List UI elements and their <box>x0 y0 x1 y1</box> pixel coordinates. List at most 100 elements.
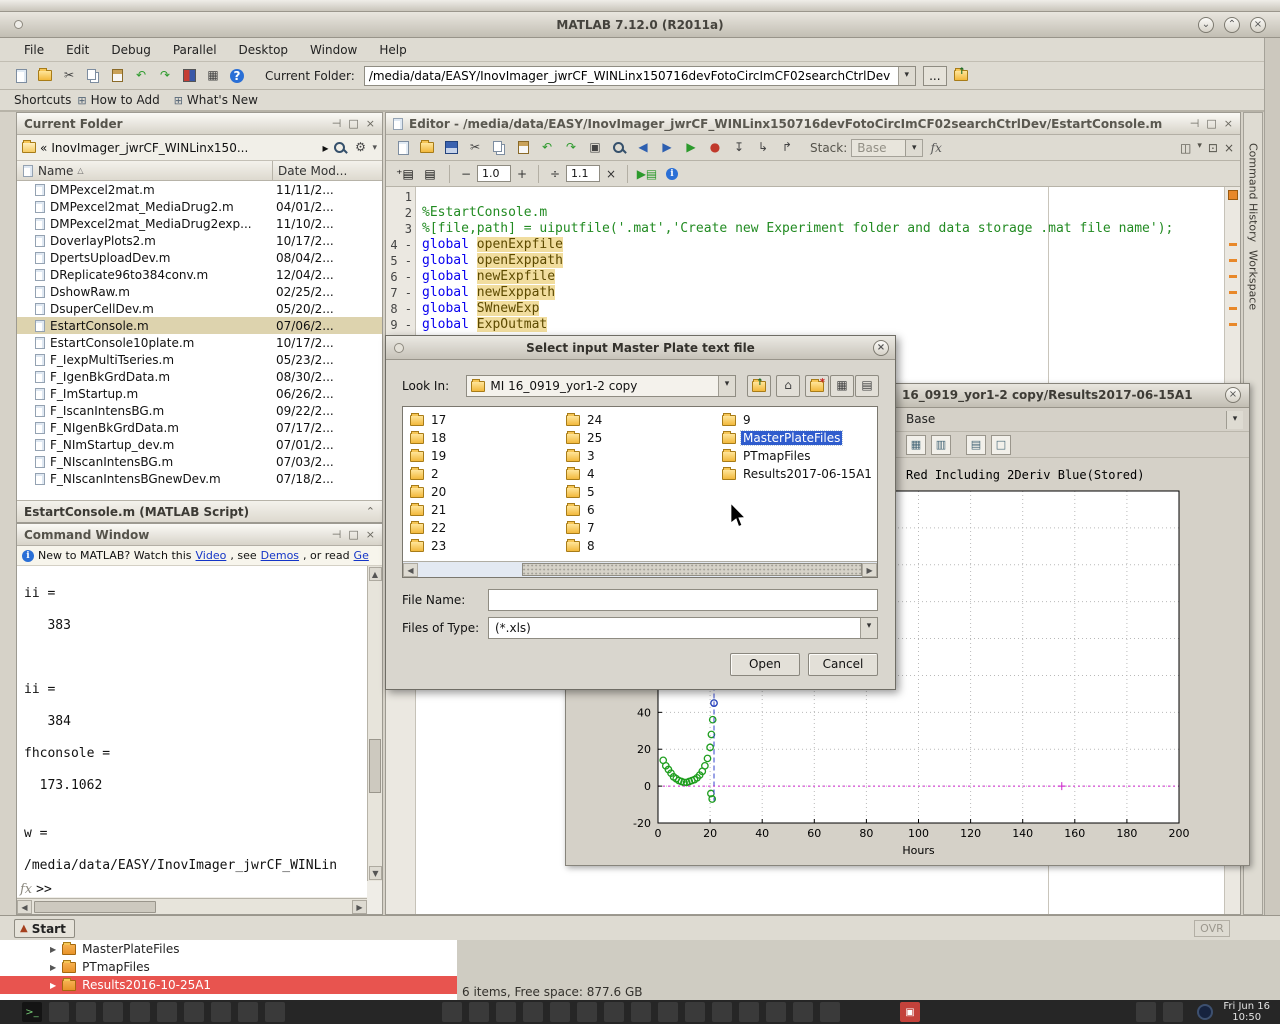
forward-button[interactable]: ▶ <box>656 137 678 159</box>
list-item[interactable]: 18 <box>407 429 563 447</box>
find-button[interactable] <box>608 137 630 159</box>
fx-button[interactable]: fx <box>925 137 947 159</box>
cut-button[interactable]: ✂ <box>58 65 80 87</box>
list-item[interactable]: 8 <box>563 537 719 555</box>
look-in-combo[interactable]: MI 16_0919_yor1-2 copy ▾ <box>466 375 736 397</box>
app-icon[interactable] <box>604 1002 624 1022</box>
chevron-down-icon[interactable]: ▾ <box>372 143 377 153</box>
close-panel-icon[interactable]: × <box>366 528 375 541</box>
list-item[interactable]: Results2017-06-15A1 <box>719 465 875 483</box>
collapse-detail-icon[interactable]: ⌃ <box>366 505 375 518</box>
console-horizontal-scrollbar[interactable]: ◀ ▶ <box>17 898 367 914</box>
name-column-header[interactable]: Name <box>38 164 73 178</box>
step-in-button[interactable]: ↳ <box>752 137 774 159</box>
brush-icon[interactable]: ▤ <box>966 435 986 455</box>
browse-button[interactable]: ... <box>923 66 947 86</box>
list-item[interactable]: 23 <box>407 537 563 555</box>
getting-started-link[interactable]: Ge <box>354 549 369 562</box>
list-item[interactable]: 19 <box>407 447 563 465</box>
table-row[interactable]: F_ImStartup.m06/26/2... <box>17 385 382 402</box>
step-out-button[interactable]: ↱ <box>776 137 798 159</box>
dock-icon[interactable]: ⊣ <box>332 528 342 541</box>
table-row[interactable]: EstartConsole.m07/06/2... <box>17 317 382 334</box>
save-button[interactable] <box>440 137 462 159</box>
list-item[interactable]: 3 <box>563 447 719 465</box>
chevron-down-icon[interactable]: ▾ <box>1226 411 1243 429</box>
file-name-input[interactable] <box>488 589 878 611</box>
paste-button[interactable] <box>512 137 534 159</box>
multiply-factor-field[interactable]: 1.1 <box>566 165 600 182</box>
date-column-header[interactable]: Date Mod... <box>272 161 382 180</box>
app-icon[interactable] <box>550 1002 570 1022</box>
maximize-panel-icon[interactable]: □ <box>348 528 358 541</box>
scrollbar-thumb[interactable] <box>522 563 862 576</box>
menu-file[interactable]: File <box>14 40 54 60</box>
expand-arrow-icon[interactable]: ▶ <box>50 945 56 954</box>
maximize-panel-icon[interactable]: □ <box>1206 117 1216 130</box>
table-row[interactable]: DMPexcel2mat.m11/11/2... <box>17 181 382 198</box>
scrollbar-thumb[interactable] <box>34 901 156 913</box>
list-item[interactable]: PTmapFiles <box>719 447 875 465</box>
list-item[interactable]: ▶Results2016-10-25A1 <box>0 976 457 994</box>
file-manager-icon[interactable]: ▣ <box>900 1002 920 1022</box>
list-item[interactable]: 2 <box>407 465 563 483</box>
power-icon[interactable] <box>1197 1004 1213 1020</box>
app-icon[interactable] <box>184 1002 204 1022</box>
dialog-horizontal-scrollbar[interactable]: ◀ ▶ <box>403 561 877 577</box>
chevron-down-icon[interactable]: ▾ <box>898 67 915 85</box>
app-icon[interactable] <box>49 1002 69 1022</box>
command-prompt-row[interactable]: fx >> <box>17 881 367 897</box>
divide-button[interactable]: ÷ <box>547 167 563 181</box>
list-item[interactable]: 20 <box>407 483 563 501</box>
mlint-warning-tick[interactable] <box>1229 323 1237 326</box>
menu-desktop[interactable]: Desktop <box>229 40 299 60</box>
cell-divider-icon[interactable]: ▤ <box>419 163 441 185</box>
mlint-warning-tick[interactable] <box>1229 275 1237 278</box>
increment-button[interactable]: + <box>514 167 530 181</box>
chevron-down-icon[interactable]: ▾ <box>1197 141 1202 155</box>
list-item[interactable]: 22 <box>407 519 563 537</box>
expand-arrow-icon[interactable]: ▶ <box>50 963 56 972</box>
app-icon[interactable] <box>685 1002 705 1022</box>
mlint-warning-tick[interactable] <box>1229 291 1237 294</box>
eval-cell-icon[interactable]: ▶▤ <box>636 163 658 185</box>
app-icon[interactable] <box>442 1002 462 1022</box>
multiply-button[interactable]: × <box>603 167 619 181</box>
table-row[interactable]: DReplicate96to384conv.m12/04/2... <box>17 266 382 283</box>
simulink-button[interactable] <box>178 65 200 87</box>
app-icon[interactable] <box>739 1002 759 1022</box>
table-row[interactable]: F_NIscanIntensBGnewDev.m07/18/2... <box>17 470 382 487</box>
open-button[interactable]: Open <box>730 653 800 676</box>
new-file-button[interactable] <box>392 137 414 159</box>
close-panel-icon[interactable]: × <box>1224 117 1233 130</box>
app-icon[interactable] <box>766 1002 786 1022</box>
window-split-icon[interactable]: ◫ <box>1180 141 1191 155</box>
up-folder-button[interactable]: ↑ <box>747 375 771 397</box>
scroll-left-icon[interactable]: ◀ <box>17 900 32 914</box>
app-icon[interactable] <box>265 1002 285 1022</box>
app-icon[interactable] <box>658 1002 678 1022</box>
undock-icon[interactable]: ⊡ <box>1208 141 1218 155</box>
scroll-left-icon[interactable]: ◀ <box>403 563 418 577</box>
scroll-down-icon[interactable]: ▼ <box>369 866 382 880</box>
increment-step-field[interactable]: 1.0 <box>477 165 511 182</box>
up-folder-button[interactable]: ↑ <box>950 65 972 87</box>
console-output[interactable]: ii = 383 ii = 384 fhconsole = 173.1062 w… <box>17 566 367 881</box>
breakpoint-button[interactable]: ● <box>704 137 726 159</box>
table-row[interactable]: F_NIgenBkGrdData.m07/17/2... <box>17 419 382 436</box>
table-row[interactable]: DMPexcel2mat_MediaDrug2.m04/01/2... <box>17 198 382 215</box>
close-panel-icon[interactable]: × <box>366 117 375 130</box>
tab-command-history[interactable]: Command History <box>1247 143 1260 242</box>
mlint-warning-tick[interactable] <box>1229 307 1237 310</box>
chevron-down-icon[interactable]: ▾ <box>718 376 735 396</box>
scrollbar-thumb[interactable] <box>369 739 381 793</box>
list-view-button[interactable]: ▤ <box>855 375 879 397</box>
app-icon[interactable] <box>631 1002 651 1022</box>
home-button[interactable]: ⌂ <box>776 375 800 397</box>
scroll-right-icon[interactable]: ▶ <box>352 900 367 914</box>
table-row[interactable]: EstartConsole10plate.m10/17/2... <box>17 334 382 351</box>
help-button[interactable]: ? <box>226 65 248 87</box>
list-item[interactable]: 24 <box>563 411 719 429</box>
sort-ascending-icon[interactable]: △ <box>77 166 83 175</box>
layout-icon[interactable]: □ <box>991 435 1011 455</box>
